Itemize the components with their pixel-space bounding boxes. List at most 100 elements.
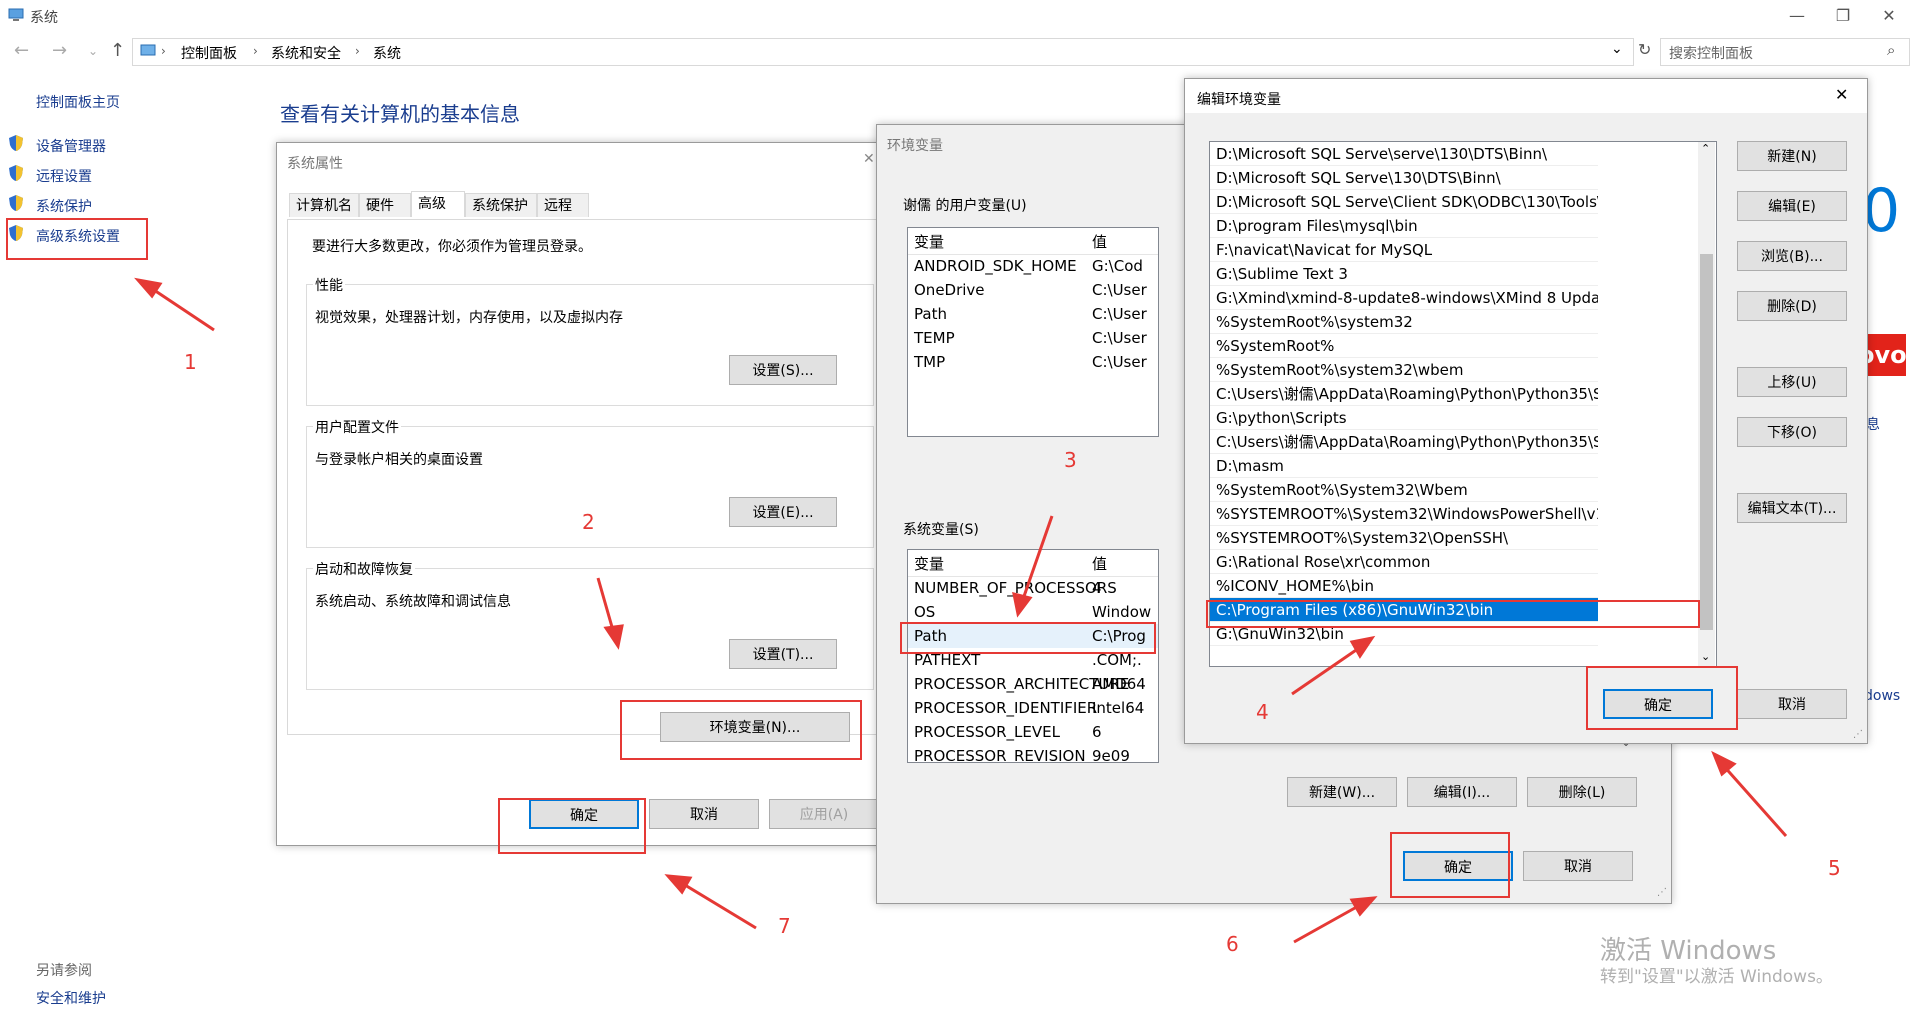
windows-link-fragment[interactable]: dows: [1864, 688, 1900, 704]
path-list-item[interactable]: %ICONV_HOME%\bin: [1210, 574, 1598, 598]
list-header: 变量 值: [908, 552, 1158, 577]
recent-chevron-icon[interactable]: ⌄: [88, 44, 98, 58]
shield-icon: [8, 194, 24, 212]
path-list-item[interactable]: %SYSTEMROOT%\System32\OpenSSH\: [1210, 526, 1598, 550]
edit-system-variable-button[interactable]: 编辑(I)...: [1407, 777, 1517, 807]
arrow-6: [1293, 902, 1363, 944]
path-list-item[interactable]: C:\Users\谢儒\AppData\Roaming\Python\Pytho…: [1210, 382, 1598, 406]
up-arrow-icon[interactable]: ↑: [110, 40, 125, 61]
variable-name: OneDrive: [914, 281, 985, 299]
path-list-item[interactable]: G:\Sublime Text 3: [1210, 262, 1598, 286]
resize-grip-icon[interactable]: ⋰: [1657, 887, 1667, 898]
dialog-title: 环境变量: [887, 138, 943, 154]
path-list-item[interactable]: G:\Xmind\xmind-8-update8-windows\XMind 8…: [1210, 286, 1598, 310]
annotation-number-5: 5: [1828, 856, 1841, 880]
minimize-icon[interactable]: —: [1774, 2, 1820, 30]
path-list[interactable]: D:\Microsoft SQL Serve\serve\130\DTS\Bin…: [1209, 141, 1717, 667]
control-panel-home-link[interactable]: 控制面板主页: [36, 92, 120, 112]
tab-advanced[interactable]: 高级: [411, 191, 465, 217]
path-list-item[interactable]: %SystemRoot%: [1210, 334, 1598, 358]
variable-value: 6: [1092, 723, 1102, 741]
crumb-sep-icon: ›: [355, 44, 360, 58]
shield-icon: [8, 164, 24, 182]
info-link-fragment[interactable]: 息: [1866, 414, 1880, 434]
close-icon[interactable]: ✕: [863, 151, 875, 167]
path-list-item[interactable]: %SystemRoot%\system32\wbem: [1210, 358, 1598, 382]
search-input[interactable]: 搜索控制面板 ⌕: [1660, 38, 1910, 66]
annotation-box-envvars-ok: [1390, 832, 1510, 898]
scroll-down-icon[interactable]: ⌄: [1701, 650, 1710, 663]
variable-value: C:\User: [1092, 281, 1147, 299]
user-profiles-settings-button[interactable]: 设置(E)...: [729, 497, 837, 527]
performance-settings-button[interactable]: 设置(S)...: [729, 355, 837, 385]
search-icon[interactable]: ⌕: [1887, 41, 1895, 59]
path-list-item[interactable]: D:\Microsoft SQL Serve\130\DTS\Binn\: [1210, 166, 1598, 190]
scroll-up-icon[interactable]: ⌃: [1701, 142, 1710, 155]
edit-environment-variable-dialog: 编辑环境变量 ✕ D:\Microsoft SQL Serve\serve\13…: [1184, 78, 1868, 744]
restore-icon[interactable]: ❐: [1820, 2, 1866, 30]
startup-recovery-group: 启动和故障恢复 系统启动、系统故障和调试信息 设置(T)...: [306, 559, 874, 690]
column-header-value[interactable]: 值: [1092, 552, 1107, 576]
resize-grip-icon[interactable]: ⋰: [1853, 729, 1863, 740]
tab-remote[interactable]: 远程: [537, 193, 589, 217]
new-system-variable-button[interactable]: 新建(W)...: [1287, 777, 1397, 807]
device-manager-link[interactable]: 设备管理器: [36, 136, 106, 156]
startup-recovery-settings-button[interactable]: 设置(T)...: [729, 639, 837, 669]
move-up-button[interactable]: 上移(U): [1737, 367, 1847, 397]
annotation-box-selected-path: [1206, 600, 1700, 628]
scrollbar[interactable]: ⌃ ⌄: [1698, 142, 1715, 666]
path-list-item[interactable]: G:\Rational Rose\xr\common: [1210, 550, 1598, 574]
annotation-number-1: 1: [184, 350, 197, 374]
path-list-item[interactable]: %SystemRoot%\System32\Wbem: [1210, 478, 1598, 502]
crumb-system[interactable]: 系统: [373, 43, 401, 63]
system-variables-list[interactable]: 变量 值 NUMBER_OF_PROCESSORS 4 OS Window Path…: [907, 549, 1159, 763]
crumb-control-panel[interactable]: 控制面板: [181, 43, 237, 63]
system-protection-link[interactable]: 系统保护: [36, 196, 92, 216]
path-list-item[interactable]: D:\Microsoft SQL Serve\Client SDK\ODBC\1…: [1210, 190, 1598, 214]
path-list-item[interactable]: C:\Users\谢儒\AppData\Roaming\Python\Pytho…: [1210, 430, 1598, 454]
column-header-value[interactable]: 值: [1092, 230, 1107, 254]
scrollbar-thumb[interactable]: [1700, 254, 1713, 630]
variable-name: PROCESSOR_REVISION: [914, 747, 1086, 763]
close-icon[interactable]: ✕: [1835, 85, 1848, 104]
remote-settings-link[interactable]: 远程设置: [36, 166, 92, 186]
address-box[interactable]: › 控制面板 › 系统和安全 › 系统 ⌄: [132, 38, 1634, 66]
path-list-item[interactable]: D:\Microsoft SQL Serve\serve\130\DTS\Bin…: [1210, 142, 1598, 166]
cancel-button[interactable]: 取消: [1523, 851, 1633, 881]
tab-hardware[interactable]: 硬件: [359, 193, 411, 217]
path-list-item[interactable]: G:\python\Scripts: [1210, 406, 1598, 430]
tab-computer-name[interactable]: 计算机名: [289, 193, 359, 217]
cancel-button[interactable]: 取消: [1737, 689, 1847, 719]
column-header-variable[interactable]: 变量: [914, 552, 944, 576]
crumb-system-security[interactable]: 系统和安全: [271, 43, 341, 63]
close-icon[interactable]: ✕: [1866, 2, 1912, 30]
variable-value: G:\Cod: [1092, 257, 1143, 275]
delete-system-variable-button[interactable]: 删除(L): [1527, 777, 1637, 807]
delete-path-button[interactable]: 删除(D): [1737, 291, 1847, 321]
path-list-item[interactable]: %SystemRoot%\system32: [1210, 310, 1598, 334]
path-list-item[interactable]: %SYSTEMROOT%\System32\WindowsPowerShell\…: [1210, 502, 1598, 526]
path-list-item[interactable]: D:\masm: [1210, 454, 1598, 478]
apply-button[interactable]: 应用(A): [769, 799, 879, 829]
move-down-button[interactable]: 下移(O): [1737, 417, 1847, 447]
edit-path-button[interactable]: 编辑(E): [1737, 191, 1847, 221]
browse-path-button[interactable]: 浏览(B)...: [1737, 241, 1847, 271]
forward-arrow-icon[interactable]: →: [52, 40, 67, 61]
path-list-item[interactable]: F:\navicat\Navicat for MySQL: [1210, 238, 1598, 262]
new-path-button[interactable]: 新建(N): [1737, 141, 1847, 171]
annotation-box-editenv-ok: [1586, 666, 1738, 730]
dialog-title: 编辑环境变量: [1197, 92, 1281, 108]
variable-value: Window: [1092, 603, 1152, 621]
tab-system-protection[interactable]: 系统保护: [465, 193, 537, 217]
column-header-variable[interactable]: 变量: [914, 230, 944, 254]
back-arrow-icon[interactable]: ←: [14, 40, 29, 61]
security-maintenance-link[interactable]: 安全和维护: [36, 988, 106, 1008]
variable-name: TEMP: [914, 329, 955, 347]
user-variables-list[interactable]: 变量 值 ANDROID_SDK_HOME G:\Cod OneDrive C:\U…: [907, 227, 1159, 437]
edit-text-button[interactable]: 编辑文本(T)...: [1737, 493, 1847, 523]
address-dropdown-icon[interactable]: ⌄: [1611, 41, 1623, 57]
path-list-item[interactable]: D:\program Files\mysql\bin: [1210, 214, 1598, 238]
variable-value: C:\User: [1092, 353, 1147, 371]
cancel-button[interactable]: 取消: [649, 799, 759, 829]
refresh-icon[interactable]: ↻: [1638, 40, 1651, 59]
